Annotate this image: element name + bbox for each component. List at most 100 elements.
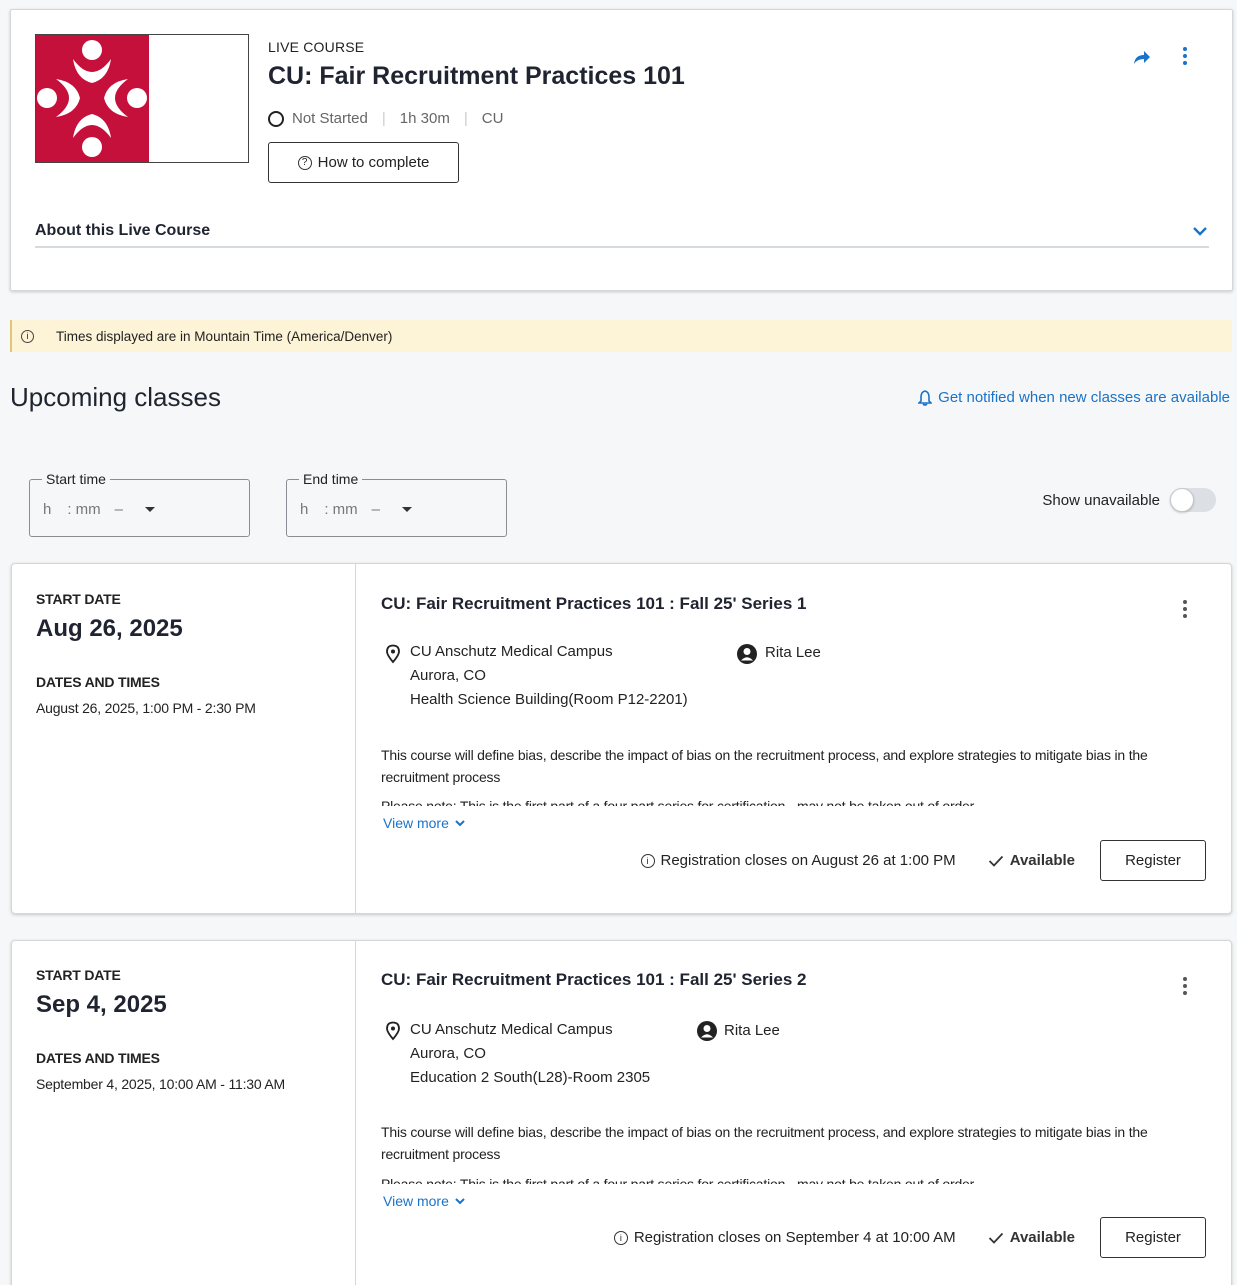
class-title: CU: Fair Recruitment Practices 101 : Fal… (381, 594, 807, 613)
how-to-complete-button[interactable]: ? How to complete (268, 142, 459, 183)
registration-note: i Registration closes on August 26 at 1:… (640, 852, 956, 869)
share-icon[interactable] (1132, 47, 1152, 67)
timezone-text: Times displayed are in Mountain Time (Am… (56, 328, 393, 344)
view-more-link[interactable]: View more (383, 815, 466, 831)
instructor-avatar-icon (737, 644, 757, 664)
availability-status: Available (988, 852, 1075, 869)
show-unavailable-toggle[interactable] (1170, 488, 1216, 512)
availability-text: Available (1009, 852, 1075, 869)
registration-note-text: Registration closes on August 26 at 1:00… (660, 852, 956, 869)
course-logo (35, 34, 249, 163)
logo-red-panel (36, 35, 149, 162)
end-time-label: End time (299, 471, 363, 487)
course-meta: Not Started | 1h 30m | CU (268, 110, 503, 127)
start-time-input[interactable]: h : mm – (43, 501, 156, 518)
ampm-placeholder: – (371, 501, 381, 518)
course-header-card: LIVE COURSE CU: Fair Recruitment Practic… (10, 9, 1233, 291)
status-circle-icon (268, 110, 284, 127)
class-description: This course will define bias, describe t… (381, 747, 1148, 785)
hour-placeholder: h (300, 501, 309, 518)
instructor-avatar-icon (697, 1021, 717, 1041)
view-more-link[interactable]: View more (383, 1193, 466, 1209)
course-title: CU: Fair Recruitment Practices 101 (268, 62, 685, 90)
start-date: Sep 4, 2025 (36, 991, 167, 1018)
dropdown-caret-icon[interactable] (402, 507, 413, 512)
dates-and-times-label: DATES AND TIMES (36, 674, 160, 690)
class-card: START DATE Sep 4, 2025 DATES AND TIMES S… (11, 940, 1232, 1285)
info-icon: i (613, 1230, 628, 1245)
availability-text: Available (1009, 1229, 1075, 1246)
register-button[interactable]: Register (1100, 840, 1206, 881)
show-unavailable-label: Show unavailable (1042, 491, 1160, 509)
class-footer: i Registration closes on September 4 at … (613, 1217, 1206, 1258)
dates-and-times: August 26, 2025, 1:00 PM - 2:30 PM (36, 700, 256, 716)
class-note: Please note: This is the first part of a… (381, 1176, 975, 1184)
chevron-down-icon (1193, 227, 1207, 236)
minute-placeholder: : mm (67, 501, 101, 518)
class-more-options-icon[interactable] (1182, 600, 1188, 618)
get-notified-label: Get notified when new classes are availa… (938, 389, 1230, 406)
registration-note: i Registration closes on September 4 at … (613, 1229, 956, 1246)
course-type-label: LIVE COURSE (268, 39, 365, 55)
registration-note-text: Registration closes on September 4 at 10… (633, 1229, 956, 1246)
dates-and-times: September 4, 2025, 10:00 AM - 11:30 AM (36, 1076, 285, 1092)
help-circle-icon: ? (297, 155, 312, 170)
chevron-down-icon (455, 1198, 465, 1205)
view-more-label: View more (383, 815, 449, 831)
ampm-placeholder: – (114, 501, 124, 518)
location-pin-icon (386, 1021, 400, 1041)
class-more-options-icon[interactable] (1182, 977, 1188, 995)
location-line-1: CU Anschutz Medical Campus (410, 643, 613, 660)
class-location: CU Anschutz Medical Campus Aurora, CO He… (410, 640, 688, 712)
show-unavailable-control: Show unavailable (1042, 488, 1216, 512)
register-button[interactable]: Register (1100, 1217, 1206, 1258)
course-provider: CU (481, 110, 504, 127)
how-to-complete-label: How to complete (317, 154, 430, 171)
dates-and-times-label: DATES AND TIMES (36, 1050, 160, 1066)
course-duration: 1h 30m (399, 110, 450, 127)
class-title: CU: Fair Recruitment Practices 101 : Fal… (381, 970, 807, 989)
timezone-banner: i Times displayed are in Mountain Time (… (10, 320, 1232, 352)
about-course-label: About this Live Course (35, 222, 211, 239)
location-line-1: CU Anschutz Medical Campus (410, 1021, 613, 1038)
dropdown-caret-icon[interactable] (145, 507, 156, 512)
class-location: CU Anschutz Medical Campus Aurora, CO Ed… (410, 1018, 650, 1090)
instructor-name: Rita Lee (765, 644, 821, 661)
get-notified-link[interactable]: Get notified when new classes are availa… (918, 389, 1230, 406)
location-line-3: Education 2 South(L28)-Room 2305 (410, 1069, 651, 1086)
location-line-2: Aurora, CO (410, 1045, 486, 1062)
instructor-name: Rita Lee (724, 1022, 780, 1039)
location-line-2: Aurora, CO (410, 667, 486, 684)
class-note: Please note: This is the first part of a… (381, 798, 975, 806)
start-time-filter[interactable]: Start time h : mm – (29, 471, 250, 537)
meta-divider: | (463, 110, 468, 127)
availability-status: Available (988, 1229, 1075, 1246)
bell-icon (918, 389, 933, 406)
upcoming-classes-heading: Upcoming classes (10, 382, 221, 412)
meta-divider: | (381, 110, 386, 127)
info-icon: i (21, 329, 34, 343)
chevron-down-icon (455, 820, 465, 827)
check-icon (988, 855, 1003, 867)
end-time-filter[interactable]: End time h : mm – (286, 471, 507, 537)
minute-placeholder: : mm (324, 501, 358, 518)
location-line-3: Health Science Building(Room P12-2201) (410, 691, 688, 708)
location-pin-icon (386, 644, 400, 664)
class-footer: i Registration closes on August 26 at 1:… (640, 840, 1206, 881)
start-date-label: START DATE (36, 967, 121, 983)
start-date-label: START DATE (36, 591, 121, 607)
start-time-label: Start time (42, 471, 110, 487)
course-more-options-icon[interactable] (1182, 47, 1188, 65)
end-time-input[interactable]: h : mm – (300, 501, 413, 518)
start-date: Aug 26, 2025 (36, 615, 183, 642)
hour-placeholder: h (43, 501, 52, 518)
view-more-label: View more (383, 1193, 449, 1209)
class-card: START DATE Aug 26, 2025 DATES AND TIMES … (11, 563, 1232, 914)
course-status: Not Started (292, 110, 368, 127)
toggle-knob (1170, 488, 1194, 512)
check-icon (988, 1232, 1003, 1244)
class-description: This course will define bias, describe t… (381, 1124, 1148, 1162)
info-icon: i (640, 853, 655, 868)
people-circle-logo-icon (37, 40, 147, 157)
about-course-accordion[interactable]: About this Live Course (35, 222, 1209, 248)
